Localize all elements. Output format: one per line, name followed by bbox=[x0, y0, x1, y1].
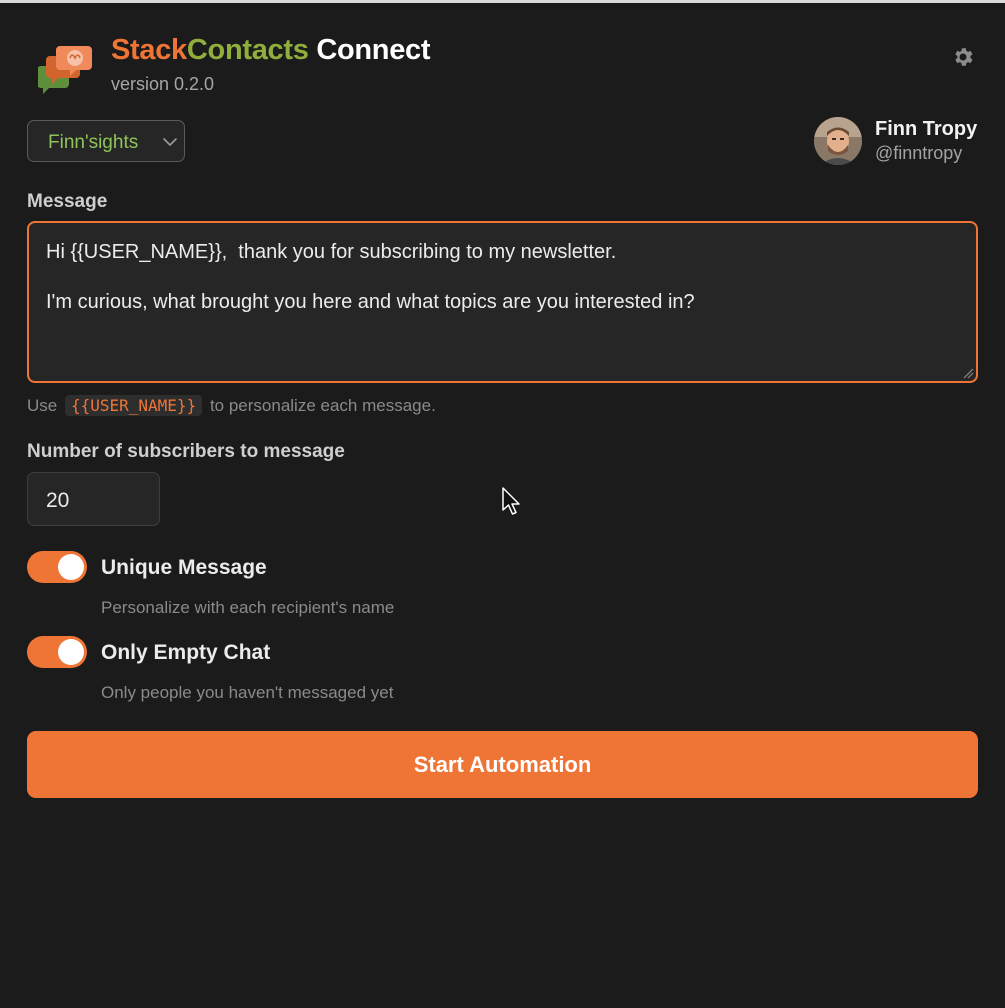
message-line-2: I'm curious, what brought you here and w… bbox=[46, 291, 695, 313]
only-empty-chat-toggle[interactable] bbox=[27, 636, 87, 668]
chat-bubbles-logo-icon bbox=[38, 46, 92, 94]
message-textarea[interactable]: Hi {{USER_NAME}}, thank you for subscrib… bbox=[27, 221, 978, 383]
user-avatar bbox=[814, 117, 862, 165]
only-empty-chat-label: Only Empty Chat bbox=[101, 641, 271, 664]
workspace-select[interactable]: Finn'sights bbox=[27, 120, 185, 162]
user-name: Finn Tropy bbox=[875, 118, 978, 140]
start-automation-button[interactable]: Start Automation bbox=[27, 731, 978, 798]
chevron-down-icon bbox=[163, 138, 177, 146]
title-contacts: Contacts bbox=[186, 34, 309, 66]
user-handle: @finntropy bbox=[875, 143, 963, 163]
unique-message-toggle[interactable] bbox=[27, 551, 87, 583]
personalize-hint: Use {{USER_NAME}} to personalize each me… bbox=[27, 395, 436, 416]
window-top-edge bbox=[0, 0, 1005, 3]
gear-icon[interactable] bbox=[951, 45, 975, 69]
workspace-select-value: Finn'sights bbox=[48, 132, 139, 153]
subscribers-label: Number of subscribers to message bbox=[27, 441, 345, 462]
message-line-1: Hi {{USER_NAME}}, thank you for subscrib… bbox=[46, 241, 617, 263]
avatar-portrait-icon bbox=[814, 117, 862, 165]
hint-suffix: to personalize each message. bbox=[209, 396, 436, 415]
mouse-pointer-icon bbox=[502, 487, 520, 515]
unique-message-description: Personalize with each recipient's name bbox=[101, 598, 395, 617]
only-empty-chat-description: Only people you haven't messaged yet bbox=[101, 683, 394, 702]
title-connect: Connect bbox=[316, 34, 431, 66]
resize-handle-icon[interactable] bbox=[962, 367, 974, 379]
unique-message-label: Unique Message bbox=[101, 556, 267, 579]
app-version: version 0.2.0 bbox=[111, 74, 215, 94]
title-stack: Stack bbox=[111, 34, 187, 66]
user-name-token: {{USER_NAME}} bbox=[64, 395, 203, 416]
toggle-knob bbox=[58, 554, 84, 580]
message-label: Message bbox=[27, 191, 108, 212]
subscribers-count-value: 20 bbox=[46, 489, 70, 512]
toggle-knob bbox=[58, 639, 84, 665]
hint-prefix: Use bbox=[27, 396, 58, 415]
subscribers-count-input[interactable]: 20 bbox=[27, 472, 160, 526]
app-title: StackContacts Connect bbox=[111, 34, 431, 67]
app-window: StackContacts Connect version 0.2.0 Finn… bbox=[0, 0, 1005, 1008]
